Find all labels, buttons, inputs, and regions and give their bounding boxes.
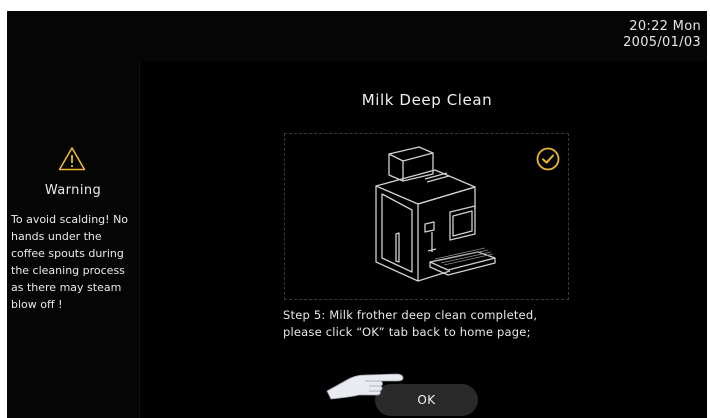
clock-date: 2005/01/03 — [623, 35, 701, 50]
pointing-hand-icon — [326, 373, 404, 400]
clock: 20:22 Mon 2005/01/03 — [623, 19, 701, 51]
clock-time: 20:22 Mon — [629, 19, 701, 34]
warning-triangle-icon — [58, 147, 86, 171]
step-instructions: Step 5: Milk frother deep clean complete… — [283, 307, 583, 341]
step-line-2: please click “OK” tab back to home page; — [283, 325, 531, 339]
check-circle-icon — [536, 147, 560, 171]
status-bar: 20:22 Mon 2005/01/03 — [7, 11, 707, 61]
illustration-frame — [284, 133, 569, 300]
warning-title: Warning — [44, 183, 102, 198]
warning-panel: Warning To avoid scalding! No hands unde… — [7, 61, 140, 418]
step-line-1: Step 5: Milk frother deep clean complete… — [283, 308, 538, 322]
screen: 20:22 Mon 2005/01/03 Warning To avoid sc… — [7, 11, 707, 418]
coffee-machine-icon — [375, 146, 496, 282]
warning-message: To avoid scalding! No hands under the co… — [11, 213, 129, 311]
page-title: Milk Deep Clean — [361, 91, 493, 109]
